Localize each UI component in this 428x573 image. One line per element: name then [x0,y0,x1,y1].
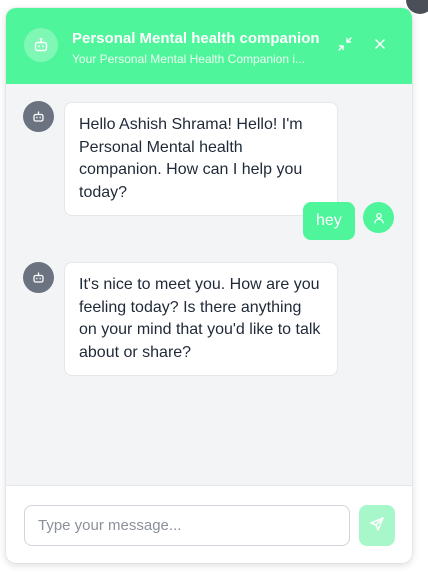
close-button[interactable] [368,34,392,58]
bot-message: Hello Ashish Shrama! Hello! I'm Personal… [64,102,338,216]
send-button[interactable] [359,505,395,546]
close-icon [373,37,387,56]
composer [6,485,412,563]
bot-message: It's nice to meet you. How are you feeli… [64,262,338,376]
user-icon [363,202,394,233]
minimize-button[interactable] [333,34,357,58]
chat-window: Personal Mental health companion Your Pe… [6,8,412,563]
robot-icon [23,262,54,293]
header-title: Personal Mental health companion [72,30,320,47]
header-subtitle: Your Personal Mental Health Companion i.… [72,52,306,66]
chat-header: Personal Mental health companion Your Pe… [6,8,412,84]
robot-icon [24,28,58,62]
message-list[interactable]: Hello Ashish Shrama! Hello! I'm Personal… [6,84,412,485]
message-input[interactable] [24,505,350,546]
send-icon [369,516,385,535]
robot-icon [23,101,54,132]
minimize-icon [337,36,353,57]
user-message: hey [303,202,355,240]
